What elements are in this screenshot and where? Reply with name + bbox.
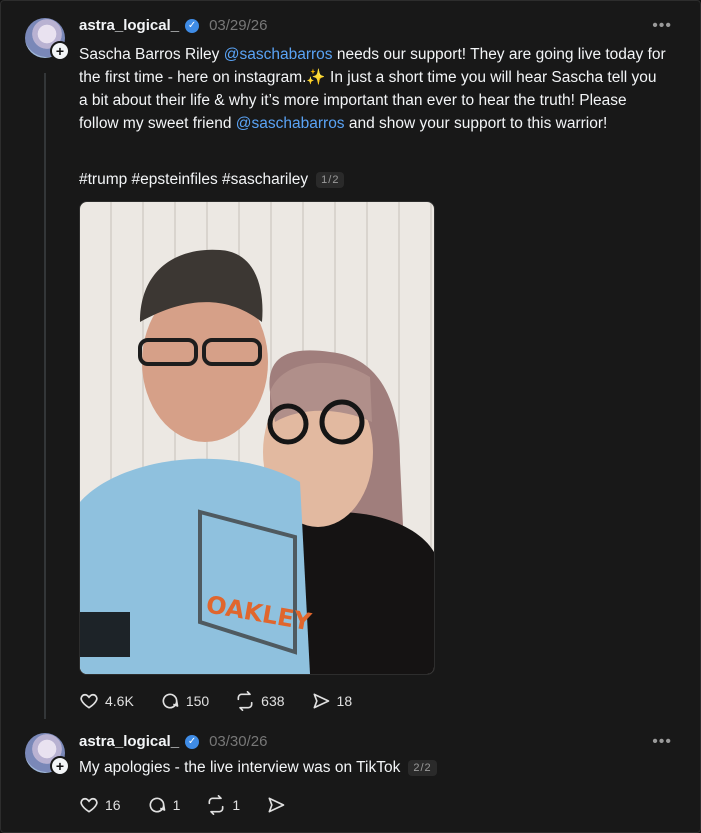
like-button[interactable]: 16	[79, 795, 121, 815]
plus-icon[interactable]: +	[50, 756, 70, 776]
post-body: Sascha Barros Riley @saschabarros needs …	[79, 43, 669, 135]
mention-link[interactable]: @saschabarros	[236, 115, 345, 132]
verified-badge-icon: ✓	[185, 734, 200, 749]
plus-icon[interactable]: +	[50, 41, 70, 61]
repost-count: 638	[261, 693, 285, 709]
comment-count: 150	[185, 693, 210, 709]
comment-icon	[162, 693, 179, 709]
hashtags-row: #trump #epsteinfiles #saschariley 1/2	[79, 171, 345, 189]
repost-button[interactable]: 638	[235, 691, 285, 711]
like-count: 16	[105, 797, 121, 813]
comment-count: 1	[172, 797, 181, 813]
thread-post-1[interactable]: + astra_logical_ ✓ 03/29/26 ••• Sascha B…	[1, 1, 700, 721]
more-options-icon[interactable]: •••	[652, 733, 672, 751]
share-count: 18	[336, 693, 353, 709]
like-count: 4.6K	[105, 693, 134, 709]
repost-count: 1	[232, 797, 241, 813]
thread-page-indicator: 2/2	[408, 760, 437, 776]
post-header: astra_logical_ ✓ 03/30/26	[79, 733, 267, 750]
share-button[interactable]: 18	[311, 691, 353, 711]
post-photo[interactable]: OAKLEY	[79, 201, 435, 675]
post-actions: 16 1 1	[79, 795, 292, 815]
verified-badge-icon: ✓	[185, 18, 200, 33]
post-text: Sascha Barros Riley	[79, 46, 224, 63]
post-text: My apologies - the live interview was on…	[79, 759, 401, 776]
username[interactable]: astra_logical_	[79, 733, 179, 750]
like-button[interactable]: 4.6K	[79, 691, 134, 711]
comment-button[interactable]: 150	[160, 691, 209, 711]
more-options-icon[interactable]: •••	[652, 17, 672, 35]
post-body: My apologies - the live interview was on…	[79, 759, 437, 777]
post-text: and show your support to this warrior!	[344, 115, 608, 132]
repost-button[interactable]: 1	[206, 795, 240, 815]
threads-feed: + astra_logical_ ✓ 03/29/26 ••• Sascha B…	[0, 0, 701, 833]
mention-link[interactable]: @saschabarros	[224, 46, 333, 63]
thread-post-2[interactable]: + astra_logical_ ✓ 03/30/26 ••• My apolo…	[1, 721, 700, 832]
thread-connector-line	[44, 73, 46, 719]
comment-icon	[149, 797, 165, 813]
avatar[interactable]: +	[25, 18, 70, 61]
heart-icon	[80, 693, 98, 709]
username[interactable]: astra_logical_	[79, 17, 179, 34]
hashtags[interactable]: #trump #epsteinfiles #saschariley	[79, 171, 308, 189]
avatar[interactable]: +	[25, 733, 70, 776]
share-icon	[268, 797, 285, 813]
post-actions: 4.6K 150 638 18	[79, 691, 352, 711]
repost-icon	[237, 691, 253, 711]
post-header: astra_logical_ ✓ 03/29/26	[79, 17, 267, 34]
thread-page-indicator: 1/2	[316, 172, 345, 188]
post-date[interactable]: 03/30/26	[209, 733, 267, 750]
post-date[interactable]: 03/29/26	[209, 17, 267, 34]
comment-button[interactable]: 1	[147, 795, 181, 815]
heart-icon	[80, 797, 98, 813]
share-button[interactable]	[266, 795, 292, 815]
share-icon	[313, 693, 329, 709]
photo-illustration: OAKLEY	[80, 249, 434, 674]
repost-icon	[208, 795, 224, 815]
